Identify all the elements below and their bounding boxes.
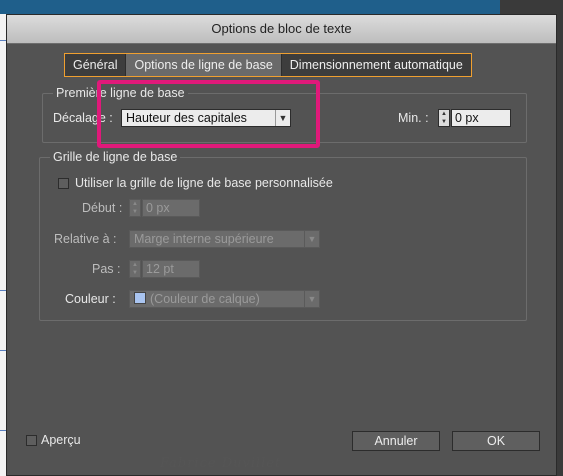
preview-checkbox[interactable]	[26, 435, 37, 446]
increment-label: Pas :	[92, 262, 121, 276]
text-frame-options-dialog: Options de bloc de texte Général Options…	[6, 14, 557, 476]
custom-grid-label: Utiliser la grille de ligne de base pers…	[75, 176, 333, 190]
offset-select-value: Hauteur des capitales	[126, 111, 247, 125]
chevron-down-icon: ▼	[304, 291, 319, 307]
first-baseline-group: Première ligne de base Décalage : Hauteu…	[42, 86, 527, 143]
color-select[interactable]: (Couleur de calque) ▼	[129, 290, 320, 308]
custom-grid-checkbox[interactable]	[58, 178, 69, 189]
baseline-grid-group-title: Grille de ligne de base	[50, 150, 181, 164]
tab-baseline-options[interactable]: Options de ligne de base	[126, 54, 282, 76]
baseline-grid-group: Grille de ligne de base Utiliser la gril…	[39, 150, 527, 321]
relative-label: Relative à :	[54, 232, 117, 246]
tab-auto-size[interactable]: Dimensionnement automatique	[281, 54, 471, 76]
start-field[interactable]: 0 px	[142, 199, 200, 217]
dialog-title: Options de bloc de texte	[7, 15, 556, 44]
ok-button[interactable]: OK	[452, 431, 540, 451]
relative-select-value: Marge interne supérieure	[134, 232, 274, 246]
min-label: Min. :	[398, 111, 429, 125]
background-title-bar	[0, 0, 500, 14]
color-label: Couleur :	[65, 292, 116, 306]
preview-label: Aperçu	[41, 433, 81, 447]
color-select-value: (Couleur de calque)	[150, 292, 260, 306]
start-stepper[interactable]: ▲ ▼	[129, 199, 141, 217]
min-stepper[interactable]: ▲ ▼	[438, 109, 450, 127]
cancel-button[interactable]: Annuler	[352, 431, 440, 451]
tab-bar: Général Options de ligne de base Dimensi…	[64, 53, 472, 77]
start-label: Début :	[82, 201, 123, 215]
background-signature: Fabrice Duvillet	[160, 456, 282, 471]
tab-general[interactable]: Général	[65, 54, 127, 76]
color-swatch	[134, 292, 146, 304]
chevron-down-icon: ▼	[275, 110, 290, 126]
offset-label: Décalage :	[53, 111, 113, 125]
first-baseline-group-title: Première ligne de base	[53, 86, 188, 100]
min-field[interactable]: 0 px	[451, 109, 511, 127]
relative-select[interactable]: Marge interne supérieure ▼	[129, 230, 320, 248]
increment-field[interactable]: 12 pt	[142, 260, 200, 278]
offset-select[interactable]: Hauteur des capitales ▼	[121, 109, 291, 127]
chevron-down-icon: ▼	[304, 231, 319, 247]
increment-stepper[interactable]: ▲ ▼	[129, 260, 141, 278]
